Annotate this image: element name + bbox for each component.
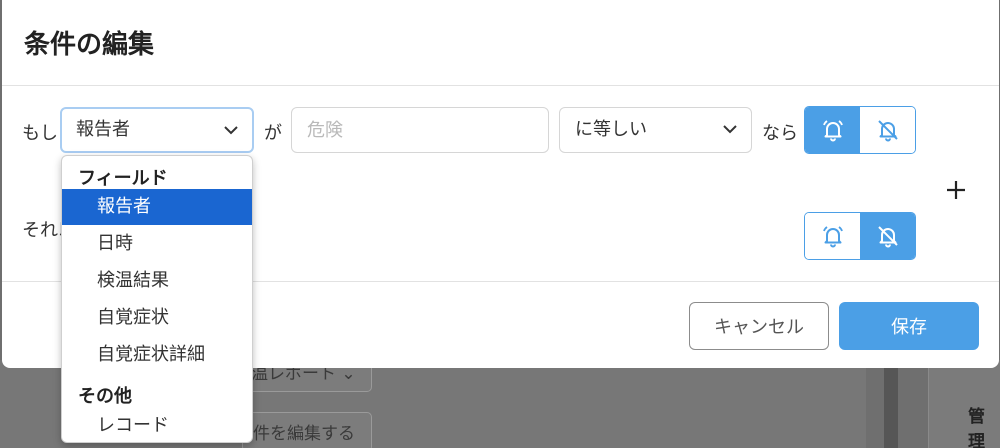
if-label: もし	[22, 123, 58, 144]
dropdown-group-other: その他	[78, 386, 132, 407]
header-divider	[2, 85, 999, 86]
dropdown-option[interactable]: レコード	[62, 408, 252, 442]
field-dropdown-menu: フィールド 報告者 日時 検温結果 自覚症状 自覚症状詳細 その他 レコード	[61, 155, 253, 443]
background-edit-label: 件を編集する	[253, 424, 355, 444]
bell-off-icon	[877, 120, 898, 142]
background-edit-button: 件を編集する	[242, 412, 372, 448]
background-side-label: 管理	[968, 407, 985, 448]
toggle-bell-off-button[interactable]	[860, 213, 915, 259]
field-select[interactable]: 報告者	[60, 107, 254, 153]
toggle-bell-button[interactable]	[805, 213, 860, 259]
toggle-bell-off-button[interactable]	[860, 107, 915, 153]
cancel-button[interactable]: キャンセル	[689, 302, 829, 350]
plus-icon	[947, 181, 965, 199]
dropdown-option[interactable]: 検温結果	[62, 263, 252, 299]
notification-toggle-row2	[804, 212, 916, 260]
dropdown-group-fields: フィールド	[78, 168, 168, 189]
toggle-bell-button[interactable]	[805, 107, 860, 153]
particle-label: が	[264, 123, 282, 144]
bell-off-icon	[877, 226, 898, 248]
dropdown-option[interactable]: 日時	[62, 226, 252, 262]
then-label: なら	[762, 123, 798, 144]
chevron-down-icon	[723, 125, 737, 134]
dialog-title: 条件の編集	[24, 30, 155, 60]
bell-icon	[822, 120, 843, 142]
save-button[interactable]: 保存	[839, 302, 979, 350]
notification-toggle-row1	[804, 106, 916, 154]
background-divider	[884, 360, 898, 448]
dropdown-option[interactable]: 自覚症状	[62, 300, 252, 336]
field-select-value: 報告者	[76, 119, 130, 140]
dropdown-option[interactable]: 自覚症状詳細	[62, 337, 252, 373]
dropdown-option[interactable]: 報告者	[62, 189, 252, 225]
bell-icon	[822, 226, 843, 248]
value-input[interactable]	[291, 107, 549, 153]
chevron-down-icon	[224, 126, 238, 135]
operator-select[interactable]: に等しい	[559, 107, 752, 153]
add-condition-button[interactable]	[946, 174, 966, 207]
operator-select-value: に等しい	[575, 119, 647, 140]
